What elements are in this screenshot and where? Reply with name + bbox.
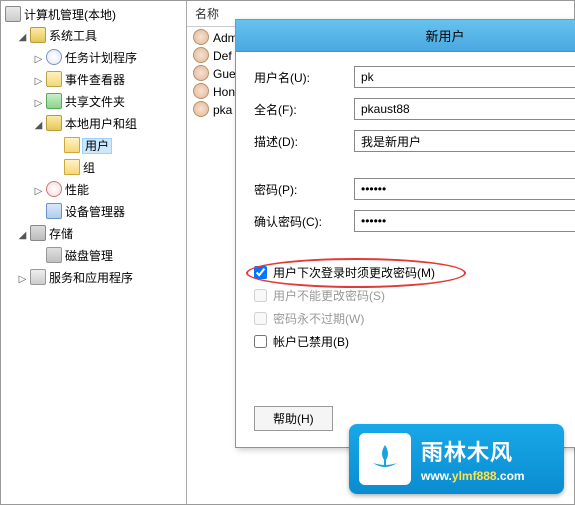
tree-system-tools[interactable]: ◢系统工具 [3, 26, 184, 48]
tree-root[interactable]: 计算机管理(本地) [3, 5, 184, 26]
folder-icon [64, 137, 80, 153]
collapse-icon[interactable]: ◢ [33, 116, 44, 135]
tree-task-scheduler[interactable]: ▷任务计划程序 [3, 48, 184, 70]
device-icon [46, 203, 62, 219]
clock-icon [46, 49, 62, 65]
tree-panel: 计算机管理(本地) ◢系统工具 ▷任务计划程序 ▷事件查看器 ▷共享文件夹 ◢本… [1, 1, 187, 504]
computer-icon [5, 6, 21, 22]
user-icon [193, 83, 209, 99]
folder-icon [64, 159, 80, 175]
tree-local-users-groups[interactable]: ◢本地用户和组 [3, 114, 184, 136]
tree-device-manager[interactable]: 设备管理器 [3, 202, 184, 224]
cannot-change-password-checkbox: 用户不能更改密码(S) [254, 287, 575, 304]
user-icon [193, 47, 209, 63]
expand-icon[interactable]: ▷ [33, 72, 44, 91]
password-never-expires-checkbox: 密码永不过期(W) [254, 310, 575, 327]
account-disabled-checkbox[interactable]: 帐户已禁用(B) [254, 333, 575, 350]
user-icon [193, 65, 209, 81]
description-label: 描述(D): [254, 133, 354, 150]
content-panel: 名称 Admi Def Gue Hon pka 新用户 用户名(U): 全名(F… [187, 1, 574, 504]
performance-icon [46, 181, 62, 197]
dialog-title: 新用户 [236, 20, 575, 52]
checkbox-icon[interactable] [254, 335, 267, 348]
username-input[interactable] [354, 66, 575, 88]
logo-brand: 雨林木风 [421, 435, 525, 467]
service-icon [30, 269, 46, 285]
disk-icon [46, 247, 62, 263]
tree-services-apps[interactable]: ▷服务和应用程序 [3, 268, 184, 290]
checkbox-icon [254, 312, 267, 325]
fullname-label: 全名(F): [254, 101, 354, 118]
checkbox-icon [254, 289, 267, 302]
help-button[interactable]: 帮助(H) [254, 406, 333, 431]
collapse-icon[interactable]: ◢ [17, 28, 28, 47]
password-input[interactable] [354, 178, 575, 200]
confirm-password-input[interactable] [354, 210, 575, 232]
expand-icon[interactable]: ▷ [33, 50, 44, 69]
tree-shared-folders[interactable]: ▷共享文件夹 [3, 92, 184, 114]
description-input[interactable] [354, 130, 575, 152]
user-icon [193, 101, 209, 117]
collapse-icon[interactable]: ◢ [17, 226, 28, 245]
watermark-logo: 雨林木风 www.ylmf888.com [349, 424, 564, 494]
user-icon [193, 29, 209, 45]
must-change-password-checkbox[interactable]: 用户下次登录时须更改密码(M) [254, 264, 575, 281]
event-icon [46, 71, 62, 87]
confirm-password-label: 确认密码(C): [254, 213, 354, 230]
logo-url: www.ylmf888.com [421, 467, 525, 483]
tree-storage[interactable]: ◢存储 [3, 224, 184, 246]
tree-users[interactable]: 用户 [3, 136, 184, 158]
tree-performance[interactable]: ▷性能 [3, 180, 184, 202]
wrench-icon [30, 27, 46, 43]
expand-icon[interactable]: ▷ [33, 182, 44, 201]
password-label: 密码(P): [254, 181, 354, 198]
checkbox-icon[interactable] [254, 266, 267, 279]
new-user-dialog: 新用户 用户名(U): 全名(F): 描述(D): 密码(P): [235, 19, 575, 448]
users-group-icon [46, 115, 62, 131]
storage-icon [30, 225, 46, 241]
column-name[interactable]: 名称 [195, 5, 219, 22]
username-label: 用户名(U): [254, 69, 354, 86]
expand-icon[interactable]: ▷ [33, 94, 44, 113]
fullname-input[interactable] [354, 98, 575, 120]
logo-icon [359, 433, 411, 485]
share-icon [46, 93, 62, 109]
tree-disk-management[interactable]: 磁盘管理 [3, 246, 184, 268]
tree-event-viewer[interactable]: ▷事件查看器 [3, 70, 184, 92]
tree-groups[interactable]: 组 [3, 158, 184, 180]
expand-icon[interactable]: ▷ [17, 270, 28, 289]
